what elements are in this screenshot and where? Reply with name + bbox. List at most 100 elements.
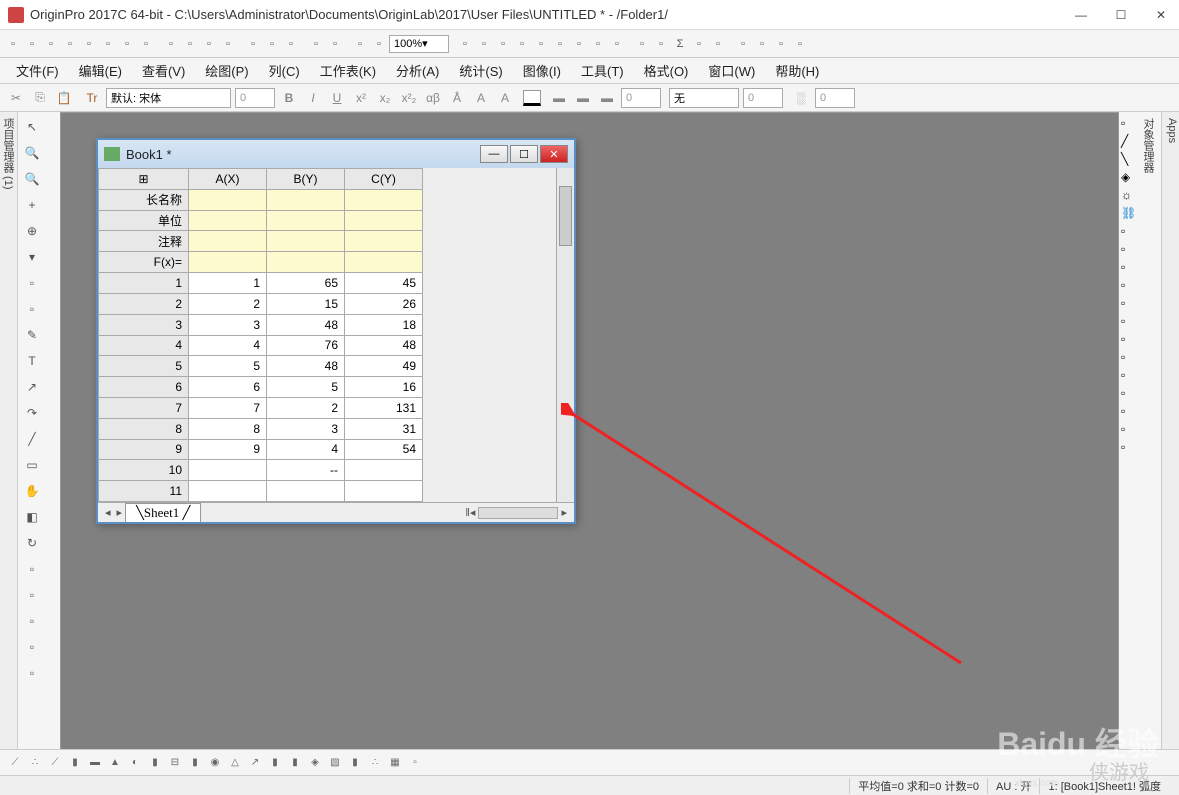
new-notes-icon[interactable]: ▫: [118, 35, 136, 53]
text-tool-icon[interactable]: T: [20, 350, 44, 372]
pointer-tool-icon[interactable]: ↖: [20, 116, 44, 138]
tab-apps[interactable]: Apps: [1166, 118, 1178, 749]
row-number[interactable]: 3: [99, 314, 189, 335]
scatter-plot-icon[interactable]: ∴: [26, 754, 44, 772]
cell[interactable]: 54: [345, 439, 423, 460]
menu-help[interactable]: 帮助(H): [767, 58, 827, 83]
menu-image[interactable]: 图像(I): [515, 58, 569, 83]
menu-tools[interactable]: 工具(T): [573, 58, 632, 83]
workspace[interactable]: Book1 * — ☐ ✕ ⊞ A(X) B(Y) C(Y) 长名称 单位 注释…: [60, 112, 1119, 755]
menu-edit[interactable]: 编辑(E): [71, 58, 130, 83]
save-icon[interactable]: ▫: [200, 35, 218, 53]
menu-view[interactable]: 查看(V): [134, 58, 193, 83]
row-number[interactable]: 7: [99, 397, 189, 418]
batch-icon[interactable]: ▫: [307, 35, 325, 53]
symbol-button[interactable]: Å: [447, 88, 467, 108]
horizontal-scrollbar[interactable]: [478, 507, 558, 519]
row-number[interactable]: 6: [99, 377, 189, 398]
font-combo[interactable]: 默认: 宋体: [106, 88, 231, 108]
row-units[interactable]: 单位: [99, 210, 189, 231]
3d-scatter-icon[interactable]: ∴: [366, 754, 384, 772]
ternary-icon[interactable]: △: [226, 754, 244, 772]
line-tool-icon[interactable]: ╱: [20, 428, 44, 450]
send-icon[interactable]: ▫: [570, 35, 588, 53]
sort-icon[interactable]: ▫: [690, 35, 708, 53]
template-icon[interactable]: ▫: [406, 754, 424, 772]
curved-arrow-icon[interactable]: ↷: [20, 402, 44, 424]
cell[interactable]: 4: [267, 439, 345, 460]
minimize-button[interactable]: —: [1071, 8, 1091, 22]
close-button[interactable]: ✕: [1151, 8, 1171, 22]
cell[interactable]: [267, 481, 345, 502]
cell[interactable]: 1: [189, 273, 267, 294]
vertical-scrollbar[interactable]: [556, 168, 574, 502]
arrow-tool-icon[interactable]: ↗: [20, 376, 44, 398]
subscript-button[interactable]: x₂: [375, 88, 395, 108]
menu-format[interactable]: 格式(O): [636, 58, 697, 83]
box-plot-icon[interactable]: ⊟: [166, 754, 184, 772]
tab-project-explorer[interactable]: 项目管理器 (1): [0, 118, 16, 749]
cell[interactable]: 16: [345, 377, 423, 398]
zoom-out-tool-icon[interactable]: 🔍: [20, 168, 44, 190]
line-width-combo[interactable]: 0: [621, 88, 661, 108]
print2-icon[interactable]: ▫: [370, 35, 388, 53]
col-header-b[interactable]: B(Y): [267, 169, 345, 190]
copy-icon[interactable]: ⎘: [30, 88, 50, 108]
waterfall-icon[interactable]: ▮: [286, 754, 304, 772]
menu-statistics[interactable]: 统计(S): [451, 58, 510, 83]
zoom-combo[interactable]: 100% ▾: [389, 35, 449, 53]
bg-color-button[interactable]: ▬: [597, 88, 617, 108]
line-color-button[interactable]: ▬: [549, 88, 569, 108]
font-size-combo[interactable]: 0: [235, 88, 275, 108]
code-icon[interactable]: ▫: [608, 35, 626, 53]
recalc-icon[interactable]: ▫: [326, 35, 344, 53]
paste-icon[interactable]: 📋: [54, 88, 74, 108]
chart1-icon[interactable]: ▫: [734, 35, 752, 53]
sheet-nav-first[interactable]: ◂: [102, 506, 114, 519]
maximize-button[interactable]: ☐: [1111, 8, 1131, 22]
num3-combo[interactable]: 0: [815, 88, 855, 108]
import-wizard-icon[interactable]: ▫: [244, 35, 262, 53]
import-multi-icon[interactable]: ▫: [282, 35, 300, 53]
tab-object-manager[interactable]: 对象管理器: [1140, 118, 1156, 749]
row-fx[interactable]: F(x)=: [99, 252, 189, 273]
child-close-button[interactable]: ✕: [540, 145, 568, 163]
cell[interactable]: 9: [189, 439, 267, 460]
chart3-icon[interactable]: ▫: [772, 35, 790, 53]
new-project-icon[interactable]: ▫: [4, 35, 22, 53]
stack-plot-icon[interactable]: ▮: [146, 754, 164, 772]
refresh-icon[interactable]: ▫: [475, 35, 493, 53]
area-plot-icon[interactable]: ▲: [106, 754, 124, 772]
fill-style-combo[interactable]: 无: [669, 88, 739, 108]
cell[interactable]: --: [267, 460, 345, 481]
duplicate-icon[interactable]: ▫: [494, 35, 512, 53]
cell[interactable]: 18: [345, 314, 423, 335]
row-number[interactable]: 5: [99, 356, 189, 377]
cell[interactable]: 45: [345, 273, 423, 294]
cell[interactable]: 15: [267, 293, 345, 314]
reader-tool-icon[interactable]: +: [20, 194, 44, 216]
column-plot-icon[interactable]: ▮: [66, 754, 84, 772]
slide-icon[interactable]: ▫: [532, 35, 550, 53]
menu-column[interactable]: 列(C): [261, 58, 308, 83]
menu-file[interactable]: 文件(F): [8, 58, 67, 83]
sigma-icon[interactable]: Σ: [671, 35, 689, 53]
greek-button[interactable]: αβ: [423, 88, 443, 108]
cell[interactable]: 48: [345, 335, 423, 356]
decrease-font-button[interactable]: A: [495, 88, 515, 108]
save-template-icon[interactable]: ▫: [219, 35, 237, 53]
insert-word-icon[interactable]: ▫: [20, 662, 44, 684]
row-number[interactable]: 11: [99, 481, 189, 502]
selection-icon[interactable]: ▫: [20, 272, 44, 294]
cell[interactable]: 6: [189, 377, 267, 398]
cell[interactable]: 48: [267, 356, 345, 377]
cell[interactable]: 8: [189, 418, 267, 439]
db-icon[interactable]: ▫: [456, 35, 474, 53]
pattern-button[interactable]: ░: [791, 88, 811, 108]
row-comments[interactable]: 注释: [99, 231, 189, 252]
cell[interactable]: [345, 460, 423, 481]
video-icon[interactable]: ▫: [513, 35, 531, 53]
new-graph-icon[interactable]: ▫: [42, 35, 60, 53]
digitize-icon[interactable]: ▫: [589, 35, 607, 53]
cell[interactable]: 131: [345, 397, 423, 418]
